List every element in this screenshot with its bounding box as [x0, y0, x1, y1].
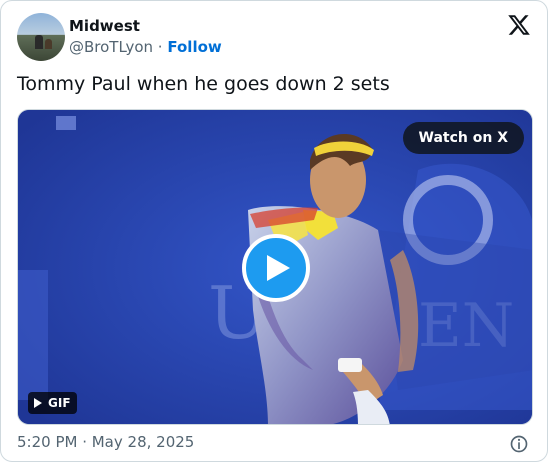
watch-on-x-button[interactable]: Watch on X — [402, 122, 524, 154]
author-handle[interactable]: @BroTLyon — [69, 38, 153, 56]
tweet-embed-card: Midwest @BroTLyon · Follow Tommy Paul wh… — [0, 0, 548, 462]
media-container[interactable]: U EN Watch on X GIF — [17, 109, 533, 425]
gif-badge: GIF — [28, 392, 77, 414]
separator: · — [157, 38, 163, 56]
avatar-figure-2 — [45, 39, 52, 49]
gif-play-icon — [34, 398, 42, 408]
play-icon — [267, 255, 290, 281]
avatar-figure — [35, 35, 43, 49]
x-logo-icon[interactable] — [507, 13, 531, 37]
author-name[interactable]: Midwest — [69, 17, 140, 35]
author-handle-row: @BroTLyon · Follow — [69, 38, 222, 56]
gif-label: GIF — [48, 396, 71, 410]
tweet-timestamp[interactable]: 5:20 PM · May 28, 2025 — [17, 433, 194, 451]
avatar[interactable] — [17, 13, 65, 61]
follow-link[interactable]: Follow — [167, 38, 221, 56]
play-button[interactable] — [242, 234, 310, 302]
info-icon[interactable] — [509, 434, 529, 454]
tweet-text: Tommy Paul when he goes down 2 sets — [17, 73, 390, 95]
